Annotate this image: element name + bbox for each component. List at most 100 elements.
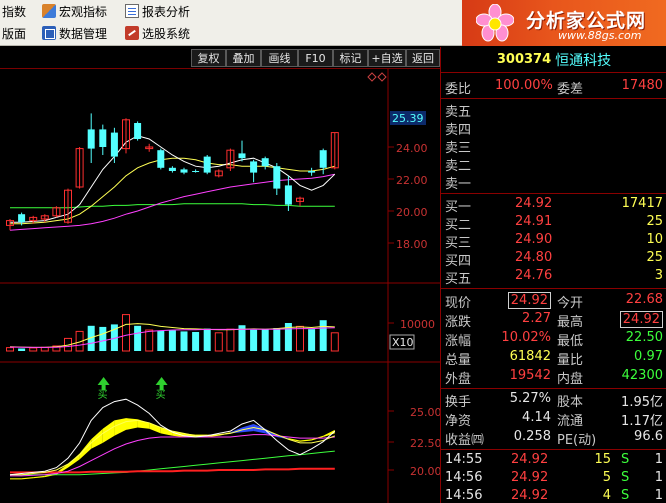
- f10-button[interactable]: F10: [298, 49, 333, 67]
- chart-frame: [0, 69, 440, 503]
- float-label: 流通: [557, 414, 584, 429]
- open-label: 今开: [557, 296, 584, 311]
- inner-disk-label: 内盘: [557, 372, 584, 387]
- low-label: 最低: [557, 334, 584, 349]
- candlestick: [308, 167, 316, 176]
- candlestick: [180, 167, 188, 175]
- buy-signal-label: 买: [156, 389, 166, 401]
- low-value: 22.50: [625, 330, 663, 345]
- candlestick: [168, 166, 176, 173]
- volume-bar: [250, 329, 258, 351]
- overlay-button[interactable]: 叠加: [226, 49, 261, 67]
- candle-body: [238, 153, 246, 159]
- outer-disk-value: 19542: [509, 368, 551, 383]
- sell-row: 卖五: [441, 100, 666, 120]
- menu-item-macro[interactable]: 宏观指标: [42, 2, 107, 20]
- tick-price: 24.92: [511, 452, 549, 467]
- order-ratio-row: 委比 100.00% 委差 17480: [441, 77, 666, 97]
- indicator-tick-label: 20.00: [410, 465, 440, 478]
- pe-value: 96.6: [634, 429, 663, 444]
- price-tick-label: 24.00: [396, 142, 428, 155]
- menu-item-label: 数据管理: [59, 26, 108, 41]
- back-button[interactable]: 返回: [406, 49, 440, 67]
- candlestick: [110, 127, 118, 163]
- share-capital-label: 股本: [557, 395, 584, 410]
- volume-bar: [40, 346, 49, 352]
- macro-icon: [42, 4, 56, 18]
- candle-body: [134, 123, 142, 139]
- stat-row: 涨跌 2.27 最高 24.92: [441, 310, 666, 330]
- tick-time: 14:56: [445, 488, 483, 503]
- diamond-marker-icon: [377, 72, 387, 82]
- volume-bar: [122, 314, 130, 352]
- menu-item-layout[interactable]: 版面: [2, 24, 26, 42]
- candle-body: [308, 171, 316, 173]
- quote-panel: 300374 恒通科技 委比 100.00% 委差 17480 卖五 卖四 卖三…: [440, 47, 666, 503]
- menu-item-label: 选股系统: [142, 26, 191, 41]
- buy-row: 买二 24.91 25: [441, 213, 666, 233]
- candle-body: [273, 166, 281, 189]
- info-row: 收益㈣ 0.258 PE(动) 96.6: [441, 428, 666, 448]
- volume-value: 61842: [509, 349, 551, 364]
- stock-code: 300374: [496, 52, 552, 67]
- tick-price: 24.92: [511, 470, 549, 485]
- tick-count: 1: [654, 470, 663, 485]
- eps-label: 收益㈣: [445, 433, 485, 448]
- menu-item-report[interactable]: 报表分析: [125, 2, 190, 20]
- candlestick: [192, 169, 200, 173]
- menu-item-pick[interactable]: 选股系统: [125, 24, 190, 42]
- volume-bar: [192, 331, 200, 351]
- change-label: 涨跌: [445, 315, 472, 330]
- menu-item-index[interactable]: 指数: [2, 2, 26, 20]
- candlestick: [6, 219, 14, 231]
- pick-icon: [125, 26, 139, 40]
- diamond-marker-icon: [367, 72, 377, 82]
- candlestick: [261, 156, 269, 170]
- divider: [441, 193, 666, 194]
- sell-row: 卖四: [441, 118, 666, 138]
- candle-body: [180, 169, 188, 173]
- volume-bar: [18, 348, 26, 351]
- tick-row: 14:55 24.92 15 S 1: [441, 451, 666, 470]
- divider: [441, 449, 666, 450]
- change-pct-label: 涨幅: [445, 334, 472, 349]
- menu-item-data[interactable]: 数据管理: [42, 24, 107, 42]
- volume-bar: [157, 330, 165, 351]
- price-tick-label: 18.00: [396, 238, 428, 251]
- logo-url[interactable]: www.88gs.com: [558, 29, 641, 42]
- buy-row: 买五 24.76 3: [441, 267, 666, 287]
- restore-rights-button[interactable]: 复权: [191, 49, 226, 67]
- tick-price: 24.92: [511, 488, 549, 503]
- stock-header[interactable]: 300374 恒通科技: [441, 47, 666, 73]
- volume-bar: [99, 326, 107, 351]
- stock-chart[interactable]: 买买 25.39 24.00 22.00 20.00 18.00 10000 X…: [0, 69, 440, 503]
- volume-bar: [180, 331, 188, 351]
- volume-bar: [134, 325, 142, 351]
- draw-line-button[interactable]: 画线: [261, 49, 298, 67]
- candlestick: [296, 196, 304, 207]
- last-price-value: 24.92: [507, 292, 551, 309]
- volume-tick-label: 10000: [400, 318, 435, 331]
- divider: [441, 288, 666, 289]
- volume-bar: [214, 332, 223, 352]
- tick-count: 1: [654, 452, 663, 467]
- candle-body: [203, 156, 211, 173]
- buy-price: 24.91: [515, 214, 553, 229]
- mark-button[interactable]: 标记: [333, 49, 368, 67]
- high-value: 24.92: [619, 311, 663, 328]
- candle-body: [284, 185, 292, 205]
- candlestick: [273, 163, 281, 195]
- candle-body: [261, 158, 269, 167]
- volume-bar: [319, 320, 327, 351]
- stat-row: 现价 24.92 今开 22.68: [441, 291, 666, 311]
- add-watchlist-button[interactable]: +自选: [368, 49, 406, 67]
- candle-body: [99, 129, 107, 147]
- volume-bar: [273, 328, 281, 351]
- sell-row: 卖二: [441, 154, 666, 174]
- indicator-band: [33, 475, 45, 479]
- candlestick: [214, 169, 223, 178]
- volume-panel: [6, 314, 339, 352]
- stat-row: 涨幅 10.02% 最低 22.50: [441, 329, 666, 349]
- candle-body: [157, 150, 165, 168]
- order-ratio-label: 委比: [445, 82, 472, 97]
